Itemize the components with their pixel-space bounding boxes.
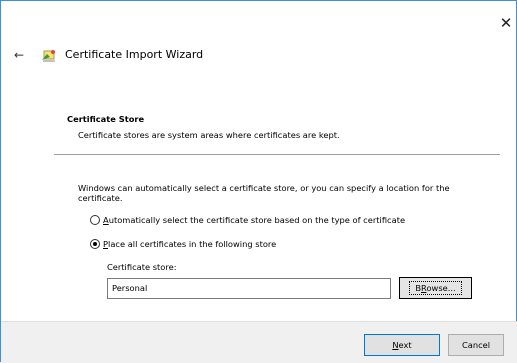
certificate-wizard-icon — [42, 50, 55, 62]
certificate-store-label: Certificate store: — [107, 262, 177, 272]
cancel-button[interactable]: Cancel — [448, 334, 504, 356]
browse-button[interactable]: BRowse... — [399, 277, 472, 299]
wizard-title: Certificate Import Wizard — [65, 48, 204, 61]
close-icon[interactable]: ✕ — [498, 15, 514, 31]
place-in-store-option[interactable]: Place all certificates in the following … — [90, 238, 276, 250]
info-text: Windows can automatically select a certi… — [78, 183, 450, 203]
place-in-store-label[interactable]: Place all certificates in the following … — [103, 239, 276, 249]
next-button-label: Next — [392, 340, 412, 350]
wizard-window: ✕ ← Certificate Import Wizard Certificat… — [0, 0, 517, 363]
next-button[interactable]: Next — [364, 334, 440, 356]
auto-select-store-option[interactable]: Automatically select the certificate sto… — [90, 214, 405, 226]
place-in-store-radio[interactable] — [90, 239, 100, 249]
back-arrow-icon[interactable]: ← — [14, 48, 24, 62]
header-divider — [54, 154, 500, 155]
browse-button-label: BRowse... — [409, 281, 462, 295]
section-title: Certificate Store — [67, 114, 145, 124]
section-description: Certificate stores are system areas wher… — [78, 130, 340, 140]
auto-select-label[interactable]: Automatically select the certificate sto… — [103, 215, 405, 225]
auto-select-radio[interactable] — [90, 215, 100, 225]
certificate-store-field[interactable]: Personal — [107, 278, 391, 299]
